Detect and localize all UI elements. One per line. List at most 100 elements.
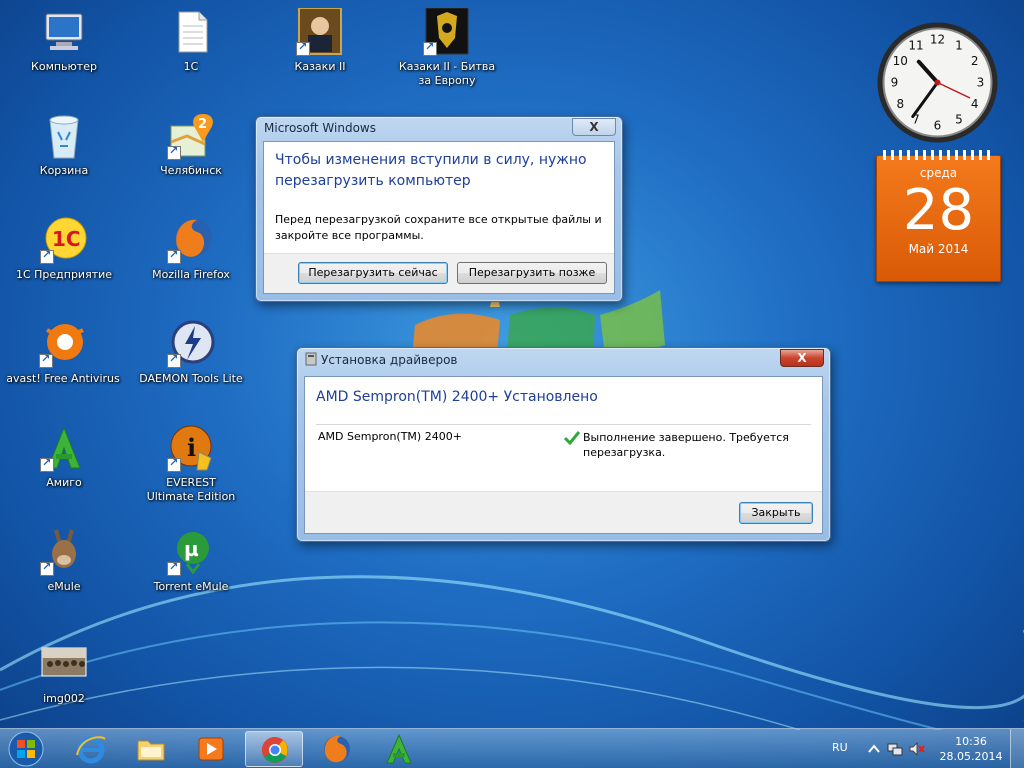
driver-install-dialog: Установка драйверов X AMD Sempron(TM) 24… xyxy=(296,347,831,542)
volume-muted-icon[interactable] xyxy=(909,742,925,756)
internet-explorer-icon xyxy=(76,736,106,764)
desktop-icon-label: Mozilla Firefox xyxy=(152,268,230,281)
taskbar-internet-explorer[interactable] xyxy=(62,731,120,767)
driver-dialog-separator xyxy=(316,424,811,425)
restart-dialog-titlebar[interactable]: Microsoft Windows X xyxy=(256,117,622,141)
taskbar-chrome[interactable] xyxy=(245,731,303,767)
network-icon[interactable] xyxy=(887,742,903,756)
clock-numeral: 9 xyxy=(891,76,899,90)
show-desktop-button[interactable] xyxy=(1010,729,1024,768)
clock-numeral: 8 xyxy=(896,97,904,111)
restart-dialog-body: Чтобы изменения вступили в силу, нужно п… xyxy=(263,141,615,294)
restart-dialog: Microsoft Windows X Чтобы изменения всту… xyxy=(255,116,623,302)
shortcut-arrow-icon xyxy=(40,248,54,264)
taskbar: RU 10:36 28.05.2014 xyxy=(0,728,1024,768)
shortcut-arrow-icon xyxy=(39,352,53,368)
restart-later-button[interactable]: Перезагрузить позже xyxy=(457,262,607,284)
desktop-icon-label: DAEMON Tools Lite xyxy=(139,372,243,385)
clock-numeral: 2 xyxy=(971,54,979,68)
calendar-month-year: Май 2014 xyxy=(908,242,969,256)
desktop-icon-torrent-emule[interactable]: µ Torrent eMule xyxy=(141,528,241,594)
shortcut-arrow-icon xyxy=(167,248,181,264)
clock-numeral: 4 xyxy=(971,97,979,111)
clock-gadget[interactable]: 1234567891011 12 xyxy=(875,20,1000,145)
folder-icon xyxy=(137,740,165,761)
computer-icon xyxy=(45,13,83,50)
desktop-icon-computer[interactable]: Компьютер xyxy=(14,8,114,74)
shortcut-arrow-icon xyxy=(423,40,437,56)
taskbar-explorer[interactable] xyxy=(122,731,180,767)
desktop-icon-avast[interactable]: avast! Free Antivirus xyxy=(0,320,126,386)
desktop-icon-amigo[interactable]: Амиго xyxy=(14,424,114,490)
restart-dialog-heading: Чтобы изменения вступили в силу, нужно п… xyxy=(275,152,587,189)
driver-dialog-title: Установка драйверов xyxy=(321,353,458,367)
shortcut-arrow-icon xyxy=(167,456,181,472)
clock-numeral: 1 xyxy=(955,38,963,52)
clock-numeral: 3 xyxy=(977,76,985,90)
restart-now-button[interactable]: Перезагрузить сейчас xyxy=(298,262,448,284)
desktop-icon-cossacks-2[interactable]: Казаки II xyxy=(270,7,370,74)
desktop-icon-label: 1С xyxy=(183,60,199,73)
checkmark-icon xyxy=(564,431,580,445)
desktop-icon-label: img002 xyxy=(43,692,85,705)
restart-dialog-title: Microsoft Windows xyxy=(264,121,376,135)
clock-numeral: 5 xyxy=(955,113,963,127)
image-thumbnail-icon xyxy=(41,647,87,677)
clock-numeral: 10 xyxy=(893,54,908,68)
show-hidden-icons-arrow-icon[interactable] xyxy=(866,742,882,756)
desktop-icon-firefox[interactable]: Mozilla Firefox xyxy=(141,216,241,282)
clock-numeral: 12 xyxy=(930,33,945,47)
desktop-icon-label: eMule xyxy=(47,580,81,593)
shortcut-arrow-icon xyxy=(296,40,310,56)
driver-device-name: AMD Sempron(TM) 2400+ xyxy=(318,430,462,443)
start-button[interactable] xyxy=(6,731,46,767)
svg-text:µ: µ xyxy=(184,537,199,561)
driver-dialog-close-button[interactable]: X xyxy=(780,349,824,367)
svg-text:i: i xyxy=(187,433,196,462)
restart-dialog-message: Перед перезагрузкой сохраните все открыт… xyxy=(275,213,602,242)
desktop-icon-recycle-bin[interactable]: Корзина xyxy=(14,112,114,178)
desktop-icon-daemon-tools[interactable]: DAEMON Tools Lite xyxy=(133,320,249,386)
desktop-icon-label: Корзина xyxy=(39,164,89,177)
desktop-icon-1c[interactable]: 1С xyxy=(141,8,241,74)
taskbar-date: 28.05.2014 xyxy=(939,750,1003,763)
document-icon xyxy=(178,11,208,53)
desktop-icon-label: Torrent eMule xyxy=(153,580,229,593)
driver-close-button[interactable]: Закрыть xyxy=(739,502,813,524)
taskbar-amigo[interactable] xyxy=(370,731,428,767)
taskbar-media-player[interactable] xyxy=(182,731,240,767)
device-installer-icon xyxy=(305,352,317,366)
desktop-icon-label: Казаки II xyxy=(294,60,346,73)
shortcut-arrow-icon xyxy=(40,456,54,472)
desktop-icon-img002[interactable]: img002 xyxy=(14,640,114,706)
driver-dialog-titlebar[interactable]: Установка драйверов X xyxy=(297,348,830,372)
language-indicator[interactable]: RU xyxy=(832,741,848,754)
svg-text:2: 2 xyxy=(198,117,207,132)
restart-dialog-close-button[interactable]: X xyxy=(572,118,616,136)
desktop-icon-label: Челябинск xyxy=(160,164,222,177)
chrome-icon xyxy=(261,736,288,763)
taskbar-firefox[interactable] xyxy=(308,731,366,767)
desktop-icon-cossacks-2-europe[interactable]: Казаки II - Битва за Европу xyxy=(397,7,497,88)
media-player-icon xyxy=(198,737,224,761)
desktop-icon-label: Амиго xyxy=(46,476,82,489)
driver-dialog-body: AMD Sempron(TM) 2400+ Установлено AMD Se… xyxy=(304,376,823,534)
amigo-icon xyxy=(386,733,412,764)
desktop-icon-emule[interactable]: eMule xyxy=(14,528,114,594)
taskbar-clock[interactable]: 10:36 28.05.2014 xyxy=(938,734,1004,764)
desktop-icon-label: EVEREST Ultimate Edition xyxy=(146,476,236,503)
desktop-icon-chelyabinsk[interactable]: 2 Челябинск xyxy=(141,112,241,178)
desktop-icon-everest[interactable]: i EVEREST Ultimate Edition xyxy=(141,424,241,504)
desktop-icon-label: avast! Free Antivirus xyxy=(6,372,120,385)
taskbar-time: 10:36 xyxy=(955,735,987,748)
desktop-icon-label: Казаки II - Битва за Европу xyxy=(398,60,496,87)
clock-numeral: 6 xyxy=(934,119,942,133)
restart-dialog-footer: Перезагрузить сейчас Перезагрузить позже xyxy=(264,253,614,293)
shortcut-arrow-icon xyxy=(40,560,54,576)
calendar-gadget[interactable]: среда 28 Май 2014 xyxy=(876,150,1001,282)
driver-status-text: Выполнение завершено. Требуется перезагр… xyxy=(583,431,789,459)
driver-dialog-footer: Закрыть xyxy=(305,491,822,533)
desktop-icon-1c-enterprise[interactable]: 1С 1С Предприятие xyxy=(14,216,114,282)
recycle-bin-icon xyxy=(49,115,79,159)
calendar-rings xyxy=(883,150,995,160)
